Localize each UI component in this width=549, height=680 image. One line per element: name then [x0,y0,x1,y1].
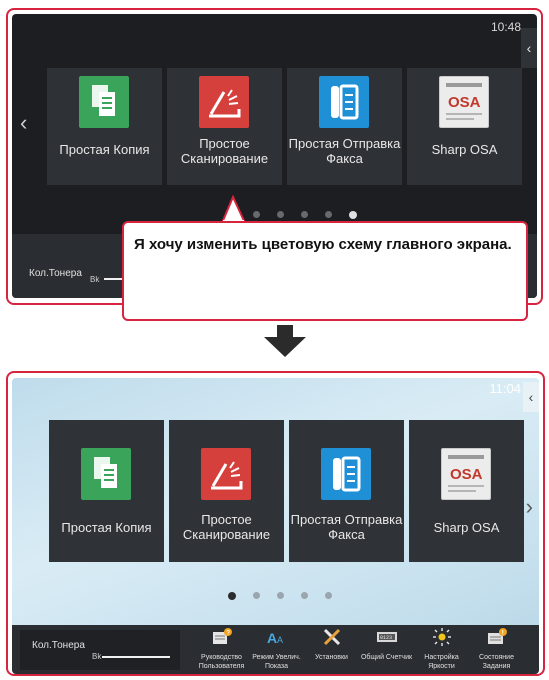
page-dot[interactable] [253,211,260,218]
tile-simple-copy[interactable]: Простая Копия [49,420,164,562]
toner-color-label: Bk [90,275,100,284]
toner-panel[interactable]: Кол.Тонера Bk [20,630,180,670]
copy-icon [81,448,131,500]
brightness-icon [431,627,453,647]
page-dot-active[interactable] [228,592,236,600]
svg-text:!: ! [501,631,503,637]
toner-label: Кол.Тонера [29,268,82,279]
clock: 11:04 [489,381,521,396]
toner-color-label: Bk [92,652,102,661]
tile-label: Sharp OSA [433,520,500,535]
copy-icon [79,76,129,128]
sharp-osa-icon: OSA [441,448,491,500]
down-arrow-icon [264,325,306,357]
next-page-arrow-icon[interactable]: › [526,494,533,520]
tile-label: Простая Копия [59,142,150,157]
svg-text:OSA: OSA [450,466,483,483]
scan-icon [201,448,251,500]
tile-label: Простая Копия [61,520,152,535]
tile-label: Простое Сканирование [182,512,271,542]
home-screen-light: 11:04 ‹ › Простая Копия Простое Сканиров… [12,378,539,674]
tile-label: Простое Сканирование [180,136,269,166]
page-dot[interactable] [253,592,260,599]
function-label: Состояние Задания [479,654,514,670]
page-dot[interactable] [301,211,308,218]
tile-simple-copy[interactable]: Простая Копия [47,68,162,185]
function-label: Режим Увелич. Показа [252,654,301,670]
svg-text:OSA: OSA [448,94,481,111]
user-guide-icon: ? [211,627,233,647]
settings-button[interactable]: Установки [304,625,359,662]
tile-label: Sharp OSA [431,142,498,157]
page-dot[interactable] [277,592,284,599]
tile-label: Простая Отправка Факса [288,136,401,166]
brightness-button[interactable]: Настройка Яркости [414,625,469,671]
previous-page-arrow-icon[interactable]: ‹ [20,110,27,136]
function-label: Настройка Яркости [424,654,459,670]
tile-simple-scan[interactable]: Простое Сканирование [167,68,282,185]
callout-text: Я хочу изменить цветовую схему главного … [134,236,512,253]
page-dot[interactable] [301,592,308,599]
side-panel-tab[interactable]: ‹ [523,382,539,412]
page-indicator [228,592,332,600]
user-guide-button[interactable]: ? Руководство Пользователя [194,625,249,671]
counter-icon: 0123 [376,627,398,647]
function-label: Руководство Пользователя [198,654,245,670]
side-panel-tab[interactable]: ‹ [521,28,537,68]
function-bar: Кол.Тонера Bk ? Руководство Пользователя… [12,625,539,674]
tile-sharp-osa[interactable]: OSA Sharp OSA [409,420,524,562]
scan-icon [199,76,249,128]
toner-label: Кол.Тонера [32,640,85,651]
toner-level-bar [104,278,124,280]
svg-text:A: A [277,635,283,645]
tile-simple-scan[interactable]: Простое Сканирование [169,420,284,562]
tile-label: Простая Отправка Факса [290,512,403,542]
function-label: Общий Счетчик [360,654,413,661]
toner-level-bar [102,656,170,658]
page-dot[interactable] [325,592,332,599]
tile-sharp-osa[interactable]: OSA Sharp OSA [407,68,522,185]
job-status-icon: ! [486,627,508,647]
svg-text:?: ? [226,631,230,637]
svg-text:0123: 0123 [380,635,392,641]
tile-simple-fax[interactable]: Простая Отправка Факса [289,420,404,562]
function-label: Установки [315,654,348,661]
svg-text:A: A [267,630,277,646]
settings-tools-icon [321,627,343,647]
sharp-osa-icon: OSA [439,76,489,128]
page-dot[interactable] [277,211,284,218]
page-indicator [253,211,357,219]
zoom-display-icon: AA [266,627,288,647]
job-status-button[interactable]: ! Состояние Задания [469,625,524,671]
page-dot[interactable] [325,211,332,218]
clock: 10:48 [490,20,521,34]
tile-simple-fax[interactable]: Простая Отправка Факса [287,68,402,185]
fax-icon [321,448,371,500]
total-count-button[interactable]: 0123 Общий Счетчик [359,625,414,662]
zoom-display-button[interactable]: AA Режим Увелич. Показа [249,625,304,671]
fax-icon [319,76,369,128]
page-dot-active[interactable] [349,211,357,219]
callout-bubble: Я хочу изменить цветовую схему главного … [122,221,528,321]
